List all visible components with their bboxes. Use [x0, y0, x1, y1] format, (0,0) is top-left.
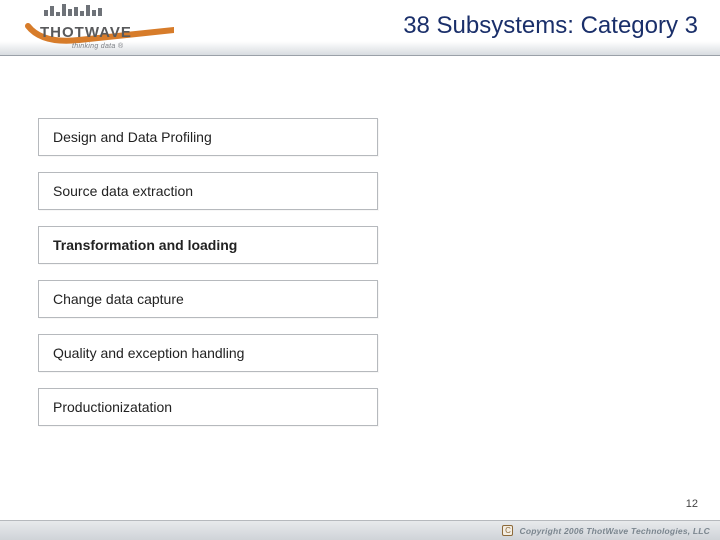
logo-swoosh-icon: THOTWAVE thinking data ®: [26, 18, 186, 50]
list-item: Productionizatation: [38, 388, 378, 426]
slide-title: 38 Subsystems: Category 3: [403, 12, 698, 40]
list-item: Change data capture: [38, 280, 378, 318]
brand-logo: THOTWAVE thinking data ®: [26, 4, 186, 74]
category-list: Design and Data Profiling Source data ex…: [38, 118, 378, 442]
list-item: Source data extraction: [38, 172, 378, 210]
copyright-text: Copyright 2006 ThotWave Technologies, LL…: [519, 526, 710, 536]
logo-bars-icon: [44, 4, 186, 16]
list-item-active: Transformation and loading: [38, 226, 378, 264]
logo-tagline: thinking data ®: [72, 43, 123, 50]
list-item: Design and Data Profiling: [38, 118, 378, 156]
footer-band: C Copyright 2006 ThotWave Technologies, …: [0, 520, 720, 540]
page-number: 12: [686, 498, 698, 510]
list-item: Quality and exception handling: [38, 334, 378, 372]
logo-brand-text: THOTWAVE: [40, 24, 132, 41]
copyright-icon: C: [502, 525, 513, 536]
